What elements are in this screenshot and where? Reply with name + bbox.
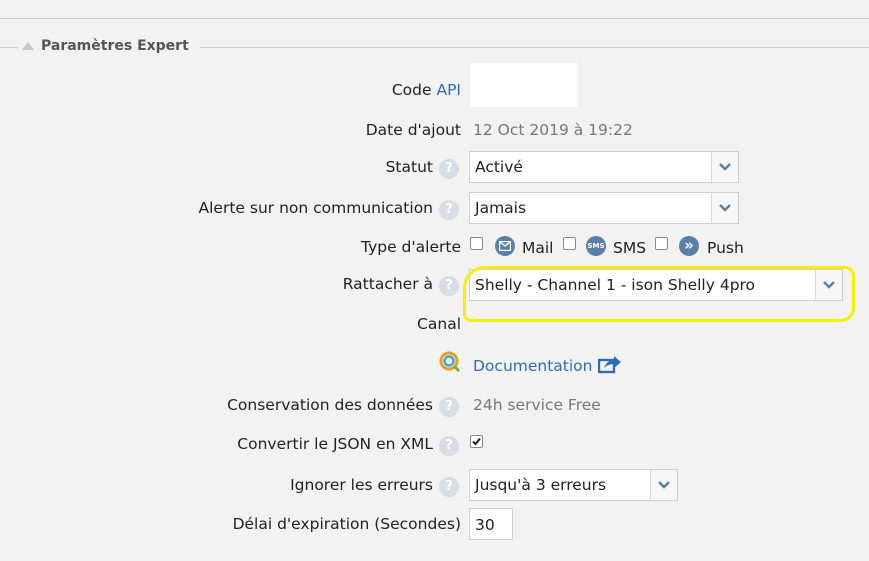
json-to-xml-label: Convertir le JSON en XML [237, 435, 433, 453]
section-header[interactable]: Paramètres Expert [18, 38, 193, 54]
json-to-xml-help-icon[interactable]: ? [439, 436, 459, 456]
attach-to-help-icon[interactable]: ? [439, 276, 459, 296]
search-doc-icon [439, 351, 461, 373]
envelope-icon [498, 240, 512, 252]
external-link-icon[interactable] [597, 354, 622, 378]
chevron-down-icon [719, 163, 731, 171]
section-title: Paramètres Expert [41, 38, 189, 54]
highlight-annotation [463, 266, 855, 322]
top-divider [0, 18, 869, 19]
documentation-logo-icon [438, 350, 462, 378]
ignore-errors-select[interactable]: Jusqu'à 3 erreurs [469, 469, 678, 501]
status-select[interactable]: Activé [469, 151, 739, 183]
chevron-down-icon [658, 481, 670, 489]
collapse-arrow-icon[interactable] [22, 42, 34, 50]
chevron-down-icon [719, 204, 731, 212]
section-divider-left [0, 47, 18, 48]
api-code-field[interactable] [470, 63, 577, 107]
alert-type-label: Type d'alerte [361, 238, 461, 256]
date-added-label: Date d'ajout [365, 121, 461, 139]
attach-to-label: Rattacher à [342, 275, 433, 293]
push-checkbox[interactable] [655, 237, 668, 250]
ignore-errors-help-icon[interactable]: ? [439, 477, 459, 497]
mail-checkbox[interactable] [470, 237, 483, 250]
checkmark-icon [472, 437, 481, 446]
alert-no-comm-dropdown-button[interactable] [711, 193, 738, 223]
sms-icon: SMS [586, 236, 606, 256]
timeout-value: 30 [475, 516, 495, 534]
sms-option-label: SMS [613, 239, 647, 257]
section-divider-right [200, 47, 869, 48]
ignore-errors-label: Ignorer les erreurs [290, 476, 433, 494]
timeout-field[interactable]: 30 [469, 508, 513, 540]
status-help-icon[interactable]: ? [439, 159, 459, 179]
push-icon: » [679, 236, 699, 256]
date-added-value: 12 Oct 2019 à 19:22 [473, 121, 633, 139]
status-select-value: Activé [475, 158, 523, 176]
sms-checkbox[interactable] [563, 237, 576, 250]
alert-no-comm-select-value: Jamais [475, 199, 527, 217]
timeout-label: Délai d'expiration (Secondes) [232, 515, 461, 533]
json-to-xml-checkbox[interactable] [470, 435, 483, 448]
push-option-label: Push [707, 239, 744, 257]
data-retention-help-icon[interactable]: ? [439, 397, 459, 417]
channel-label: Canal [417, 315, 461, 333]
documentation-link[interactable]: Documentation [473, 357, 593, 375]
mail-icon [495, 236, 515, 256]
alert-no-comm-select[interactable]: Jamais [469, 192, 739, 224]
alert-no-comm-label: Alerte sur non communication [198, 199, 433, 217]
data-retention-label: Conservation des données [227, 396, 433, 414]
status-label: Statut [385, 158, 433, 176]
status-dropdown-button[interactable] [711, 152, 738, 182]
api-code-label: Code API [391, 81, 461, 99]
data-retention-value: 24h service Free [473, 396, 601, 414]
api-link[interactable]: API [436, 81, 461, 99]
mail-option-label: Mail [522, 239, 554, 257]
alert-no-comm-help-icon[interactable]: ? [439, 200, 459, 220]
ignore-errors-dropdown-button[interactable] [650, 470, 677, 500]
ignore-errors-select-value: Jusqu'à 3 erreurs [475, 476, 607, 494]
